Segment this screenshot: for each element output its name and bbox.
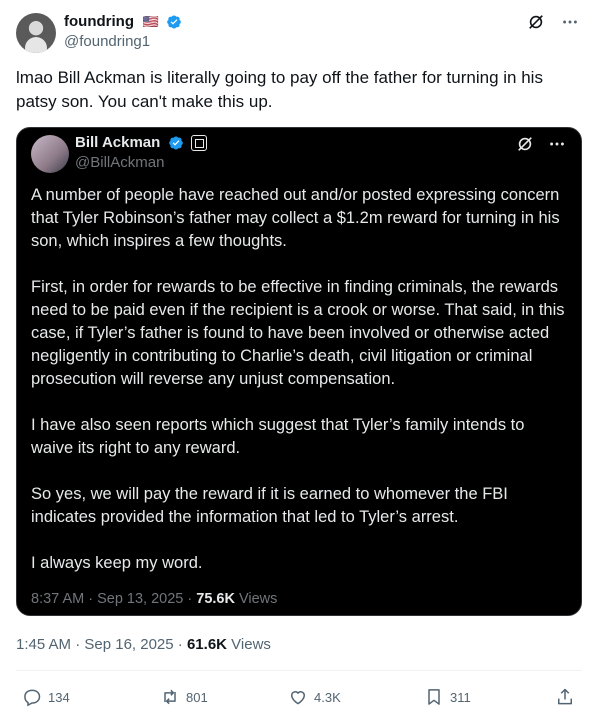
action-bar: 134 801 4.3K 311 <box>0 682 598 712</box>
avatar[interactable] <box>16 13 56 53</box>
quoted-views-count: 75.6K <box>196 591 235 607</box>
quoted-handle[interactable]: @BillAckman <box>75 154 207 171</box>
more-icon[interactable] <box>547 134 567 154</box>
divider <box>16 670 582 671</box>
quoted-verified-badge-icon <box>168 136 183 150</box>
reply-icon <box>24 689 41 707</box>
quoted-timestamp[interactable]: 8:37 AM · Sep 13, 2025 · <box>31 591 196 607</box>
like-icon <box>291 691 305 705</box>
more-icon[interactable] <box>560 12 580 32</box>
meta-separator: · <box>177 636 187 653</box>
bookmark-count: 311 <box>450 689 471 705</box>
quoted-avatar[interactable] <box>31 135 69 173</box>
us-flag-icon: 🇺🇸 <box>142 13 159 29</box>
like-count: 4.3K <box>314 689 341 705</box>
share-button[interactable] <box>555 682 575 712</box>
quoted-paragraph: A number of people have reached out and/… <box>31 186 560 250</box>
quoted-author-block: Bill Ackman @BillAckman <box>75 134 208 171</box>
repost-count: 801 <box>186 689 208 705</box>
bookmark-button[interactable]: 311 <box>424 682 471 712</box>
affiliation-badge-icon <box>191 134 208 151</box>
top-actions <box>526 12 580 32</box>
grok-icon[interactable] <box>515 134 535 154</box>
grok-icon[interactable] <box>526 12 546 32</box>
repost-button[interactable]: 801 <box>160 682 208 712</box>
display-name[interactable]: foundring <box>64 13 134 30</box>
post-text: lmao Bill Ackman is literally going to p… <box>16 68 543 111</box>
handle[interactable]: @foundring1 <box>64 33 182 50</box>
verified-badge-icon <box>167 15 181 29</box>
quoted-top-actions <box>515 134 567 154</box>
quoted-paragraph: I have also seen reports which suggest t… <box>31 416 525 457</box>
quoted-paragraph: So yes, we will pay the reward if it is … <box>31 485 508 526</box>
bookmark-icon <box>428 689 440 705</box>
views-label: Views <box>231 636 271 653</box>
share-icon <box>558 688 572 705</box>
reply-count: 134 <box>48 689 70 705</box>
repost-icon <box>164 689 176 705</box>
quoted-paragraph: I always keep my word. <box>31 554 203 572</box>
post-meta: 1:45 AM · Sep 16, 2025 · 61.6K Views <box>16 636 271 653</box>
post-timestamp[interactable]: 1:45 AM · Sep 16, 2025 <box>16 636 174 653</box>
tweet: foundring 🇺🇸 @foundring1 lmao Bill Ackma… <box>0 0 598 720</box>
reply-button[interactable]: 134 <box>22 682 70 712</box>
quoted-meta: 8:37 AM · Sep 13, 2025 · 75.6K Views <box>31 591 277 607</box>
author-block: foundring 🇺🇸 @foundring1 <box>64 13 182 50</box>
quoted-paragraph: First, in order for rewards to be effect… <box>31 278 565 388</box>
quoted-text: A number of people have reached out and/… <box>31 184 571 598</box>
quoted-display-name[interactable]: Bill Ackman <box>75 134 160 151</box>
like-button[interactable]: 4.3K <box>288 682 341 712</box>
quoted-views-label: Views <box>238 591 278 607</box>
views-count: 61.6K <box>186 636 227 653</box>
quoted-tweet[interactable]: Bill Ackman @BillAckman A number of peop… <box>16 127 582 616</box>
